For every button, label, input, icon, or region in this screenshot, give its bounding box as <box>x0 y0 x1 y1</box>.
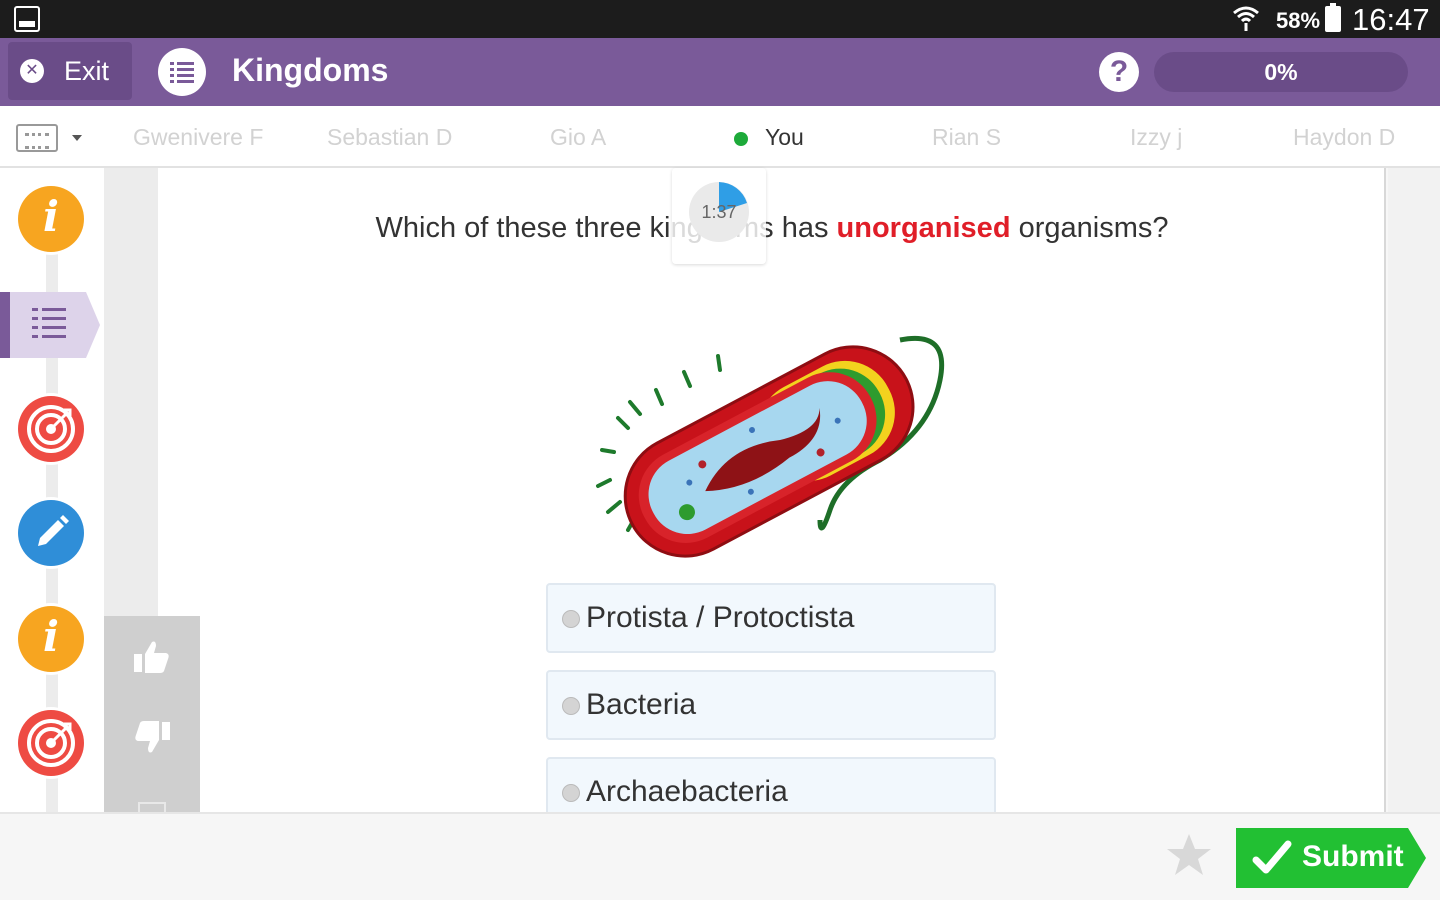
keyboard-icon <box>16 124 58 152</box>
keyboard-menu-button[interactable] <box>16 124 86 154</box>
battery-percentage: 58% <box>1276 8 1321 33</box>
timer-text: 1:37 <box>701 202 737 222</box>
quiz-header: ✕ Exit Kingdoms ? 0% <box>0 38 1440 106</box>
submit-button[interactable]: Submit <box>1236 828 1426 888</box>
answer-option-label: Bacteria <box>586 688 697 721</box>
help-icon[interactable]: ? <box>1099 52 1139 92</box>
exit-button[interactable]: ✕ Exit <box>8 42 132 100</box>
players-bar: Gwenivere F Sebastian D Gio A You Rian S… <box>0 106 1440 168</box>
submit-arrow <box>1408 828 1426 888</box>
info-step-icon[interactable]: i <box>18 606 84 672</box>
player-name: Izzy j <box>1130 124 1183 150</box>
submit-label: Submit <box>1302 840 1404 873</box>
question-text-start: Which of these three kingdoms has <box>375 212 837 244</box>
player-name: Gio A <box>550 124 607 150</box>
quiz-list-icon[interactable] <box>158 48 206 96</box>
question-text-end: organisms? <box>1010 212 1169 244</box>
page-title: Kingdoms <box>232 52 389 88</box>
player-name: Haydon D <box>1293 124 1396 150</box>
radio-button[interactable] <box>562 610 580 628</box>
right-strip <box>1388 168 1440 812</box>
answer-option[interactable]: Bacteria <box>546 670 996 740</box>
checkmark-icon <box>1252 840 1292 874</box>
player-name: Sebastian D <box>327 124 453 150</box>
answer-option-label: Archaebacteria <box>586 775 788 808</box>
star-icon[interactable] <box>1166 832 1212 878</box>
progress-label: 0% <box>1264 59 1298 85</box>
gallery-icon <box>14 6 40 32</box>
app-screen: { "status_bar": { "battery": "58%", "tim… <box>0 0 1440 900</box>
active-tab-tip <box>86 292 100 358</box>
bacterium-illustration <box>596 335 945 558</box>
question-text: Which of these three kingdoms has unorga… <box>158 212 1386 245</box>
player-name-you: You <box>765 124 804 150</box>
progress-bar: 0% <box>1154 52 1408 92</box>
answer-option[interactable]: Protista / Protoctista <box>546 583 996 653</box>
online-status-dot <box>734 132 748 146</box>
exit-label: Exit <box>64 55 110 86</box>
target-step-icon[interactable] <box>18 710 84 776</box>
thumbs-up-icon[interactable] <box>134 640 170 674</box>
active-indicator <box>0 292 10 358</box>
radio-button[interactable] <box>562 784 580 802</box>
footer-bar: Submit <box>0 812 1440 900</box>
thumbs-down-icon[interactable] <box>134 720 170 754</box>
answer-option-label: Protista / Protoctista <box>586 601 855 634</box>
active-step-question[interactable] <box>0 292 100 358</box>
info-step-icon[interactable]: i <box>18 186 84 252</box>
feedback-panel <box>104 616 200 816</box>
checklist-icon <box>32 308 66 338</box>
player-name: Gwenivere F <box>133 124 264 150</box>
question-highlight: unorganised <box>836 212 1011 244</box>
wifi-icon <box>1233 6 1259 31</box>
pencil-step-icon[interactable] <box>18 500 84 566</box>
clock: 16:47 <box>1352 2 1430 37</box>
timer-card: 1:37 <box>672 168 766 264</box>
battery-icon <box>1325 3 1341 32</box>
player-name: Rian S <box>932 124 1002 150</box>
close-icon: ✕ <box>20 59 44 83</box>
target-step-icon[interactable] <box>18 396 84 462</box>
radio-button[interactable] <box>562 697 580 715</box>
chevron-down-icon <box>72 135 82 141</box>
status-bar: 58% 16:47 <box>0 0 1440 38</box>
